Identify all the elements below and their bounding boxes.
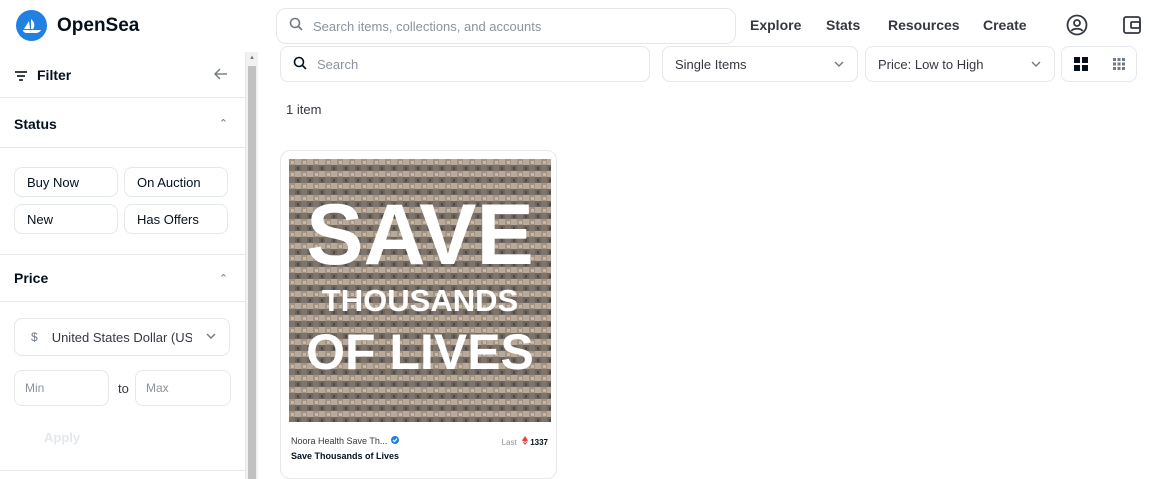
- status-has-offers[interactable]: Has Offers: [124, 204, 228, 234]
- chevron-down-icon: [833, 58, 845, 73]
- brand-name: OpenSea: [57, 14, 140, 36]
- filter-icon: [14, 69, 28, 87]
- price-section-header[interactable]: Price ⌃: [0, 254, 246, 302]
- last-sale-price: 1337: [530, 438, 548, 447]
- large-grid-icon[interactable]: [1062, 47, 1100, 81]
- art-text-save: SAVE: [306, 187, 534, 283]
- nav-explore[interactable]: Explore: [750, 17, 801, 33]
- chevron-up-icon: ⌃: [218, 118, 228, 130]
- collection-name[interactable]: Noora Health Save Th...: [291, 436, 400, 446]
- chevron-up-icon: ⌃: [218, 272, 228, 285]
- status-section-header[interactable]: Status ⌃: [0, 100, 246, 148]
- account-icon[interactable]: [1065, 13, 1089, 37]
- price-to-label: to: [118, 381, 129, 396]
- art-text-thousands: THOUSANDS: [322, 283, 518, 318]
- status-on-auction[interactable]: On Auction: [124, 167, 228, 197]
- search-icon: [293, 56, 307, 73]
- section-divider: [0, 470, 246, 471]
- view-toggle: [1061, 46, 1137, 82]
- nav-resources[interactable]: Resources: [888, 17, 960, 33]
- currency-value: United States Dollar (USD): [51, 329, 192, 345]
- sort-select[interactable]: Price: Low to High: [865, 46, 1055, 82]
- opensea-logo-icon: [16, 10, 47, 41]
- results-count: 1 item: [286, 102, 322, 117]
- status-title: Status: [14, 115, 57, 132]
- sort-value: Price: Low to High: [878, 56, 984, 72]
- sidebar-scroll-thumb[interactable]: [248, 66, 256, 479]
- last-sale: Last 1337: [502, 436, 548, 447]
- price-max-input[interactable]: Max: [135, 370, 231, 406]
- wallet-icon[interactable]: [1120, 13, 1144, 37]
- search-icon: [289, 17, 303, 36]
- global-search-input[interactable]: Search items, collections, and accounts: [276, 8, 736, 44]
- art-text-of-lives: OF LIVES: [306, 324, 534, 380]
- scroll-up-arrow-icon[interactable]: ▲: [249, 55, 255, 61]
- chevron-down-icon: [1030, 58, 1042, 73]
- price-title: Price: [14, 270, 49, 286]
- currency-select[interactable]: $ United States Dollar (USD): [14, 318, 230, 356]
- status-new[interactable]: New: [14, 204, 118, 234]
- global-search-placeholder: Search items, collections, and accounts: [313, 18, 542, 34]
- filter-header[interactable]: Filter: [0, 52, 246, 98]
- items-type-value: Single Items: [675, 56, 747, 72]
- brand-logo[interactable]: OpenSea: [16, 10, 139, 41]
- collapse-sidebar-arrow-icon[interactable]: [213, 66, 229, 87]
- filter-label: Filter: [37, 66, 72, 83]
- collection-search-placeholder: Search: [317, 56, 359, 72]
- nft-card[interactable]: SAVE THOUSANDS OF LIVES Noora Health Sav…: [280, 150, 557, 479]
- apply-button[interactable]: Apply: [44, 430, 80, 445]
- filter-sidebar: Filter Status ⌃ Buy Now On Auction New H…: [0, 52, 246, 479]
- last-sale-label: Last: [501, 438, 517, 447]
- chevron-down-icon: [205, 330, 217, 345]
- nft-image[interactable]: SAVE THOUSANDS OF LIVES: [289, 159, 551, 422]
- nav-stats[interactable]: Stats: [826, 17, 860, 33]
- collection-search-input[interactable]: Search: [280, 46, 650, 82]
- nav-create[interactable]: Create: [983, 17, 1027, 33]
- nft-name: Save Thousands of Lives: [291, 451, 400, 461]
- items-type-select[interactable]: Single Items: [662, 46, 858, 82]
- top-header: OpenSea Search items, collections, and a…: [0, 0, 1149, 50]
- collection-name-text: Noora Health Save Th...: [291, 436, 388, 446]
- verified-badge-icon: [391, 436, 400, 446]
- small-grid-icon[interactable]: [1100, 47, 1138, 81]
- eth-icon: [521, 436, 530, 447]
- dollar-icon: $: [31, 330, 38, 344]
- price-min-input[interactable]: Min: [14, 370, 109, 406]
- status-buy-now[interactable]: Buy Now: [14, 167, 118, 197]
